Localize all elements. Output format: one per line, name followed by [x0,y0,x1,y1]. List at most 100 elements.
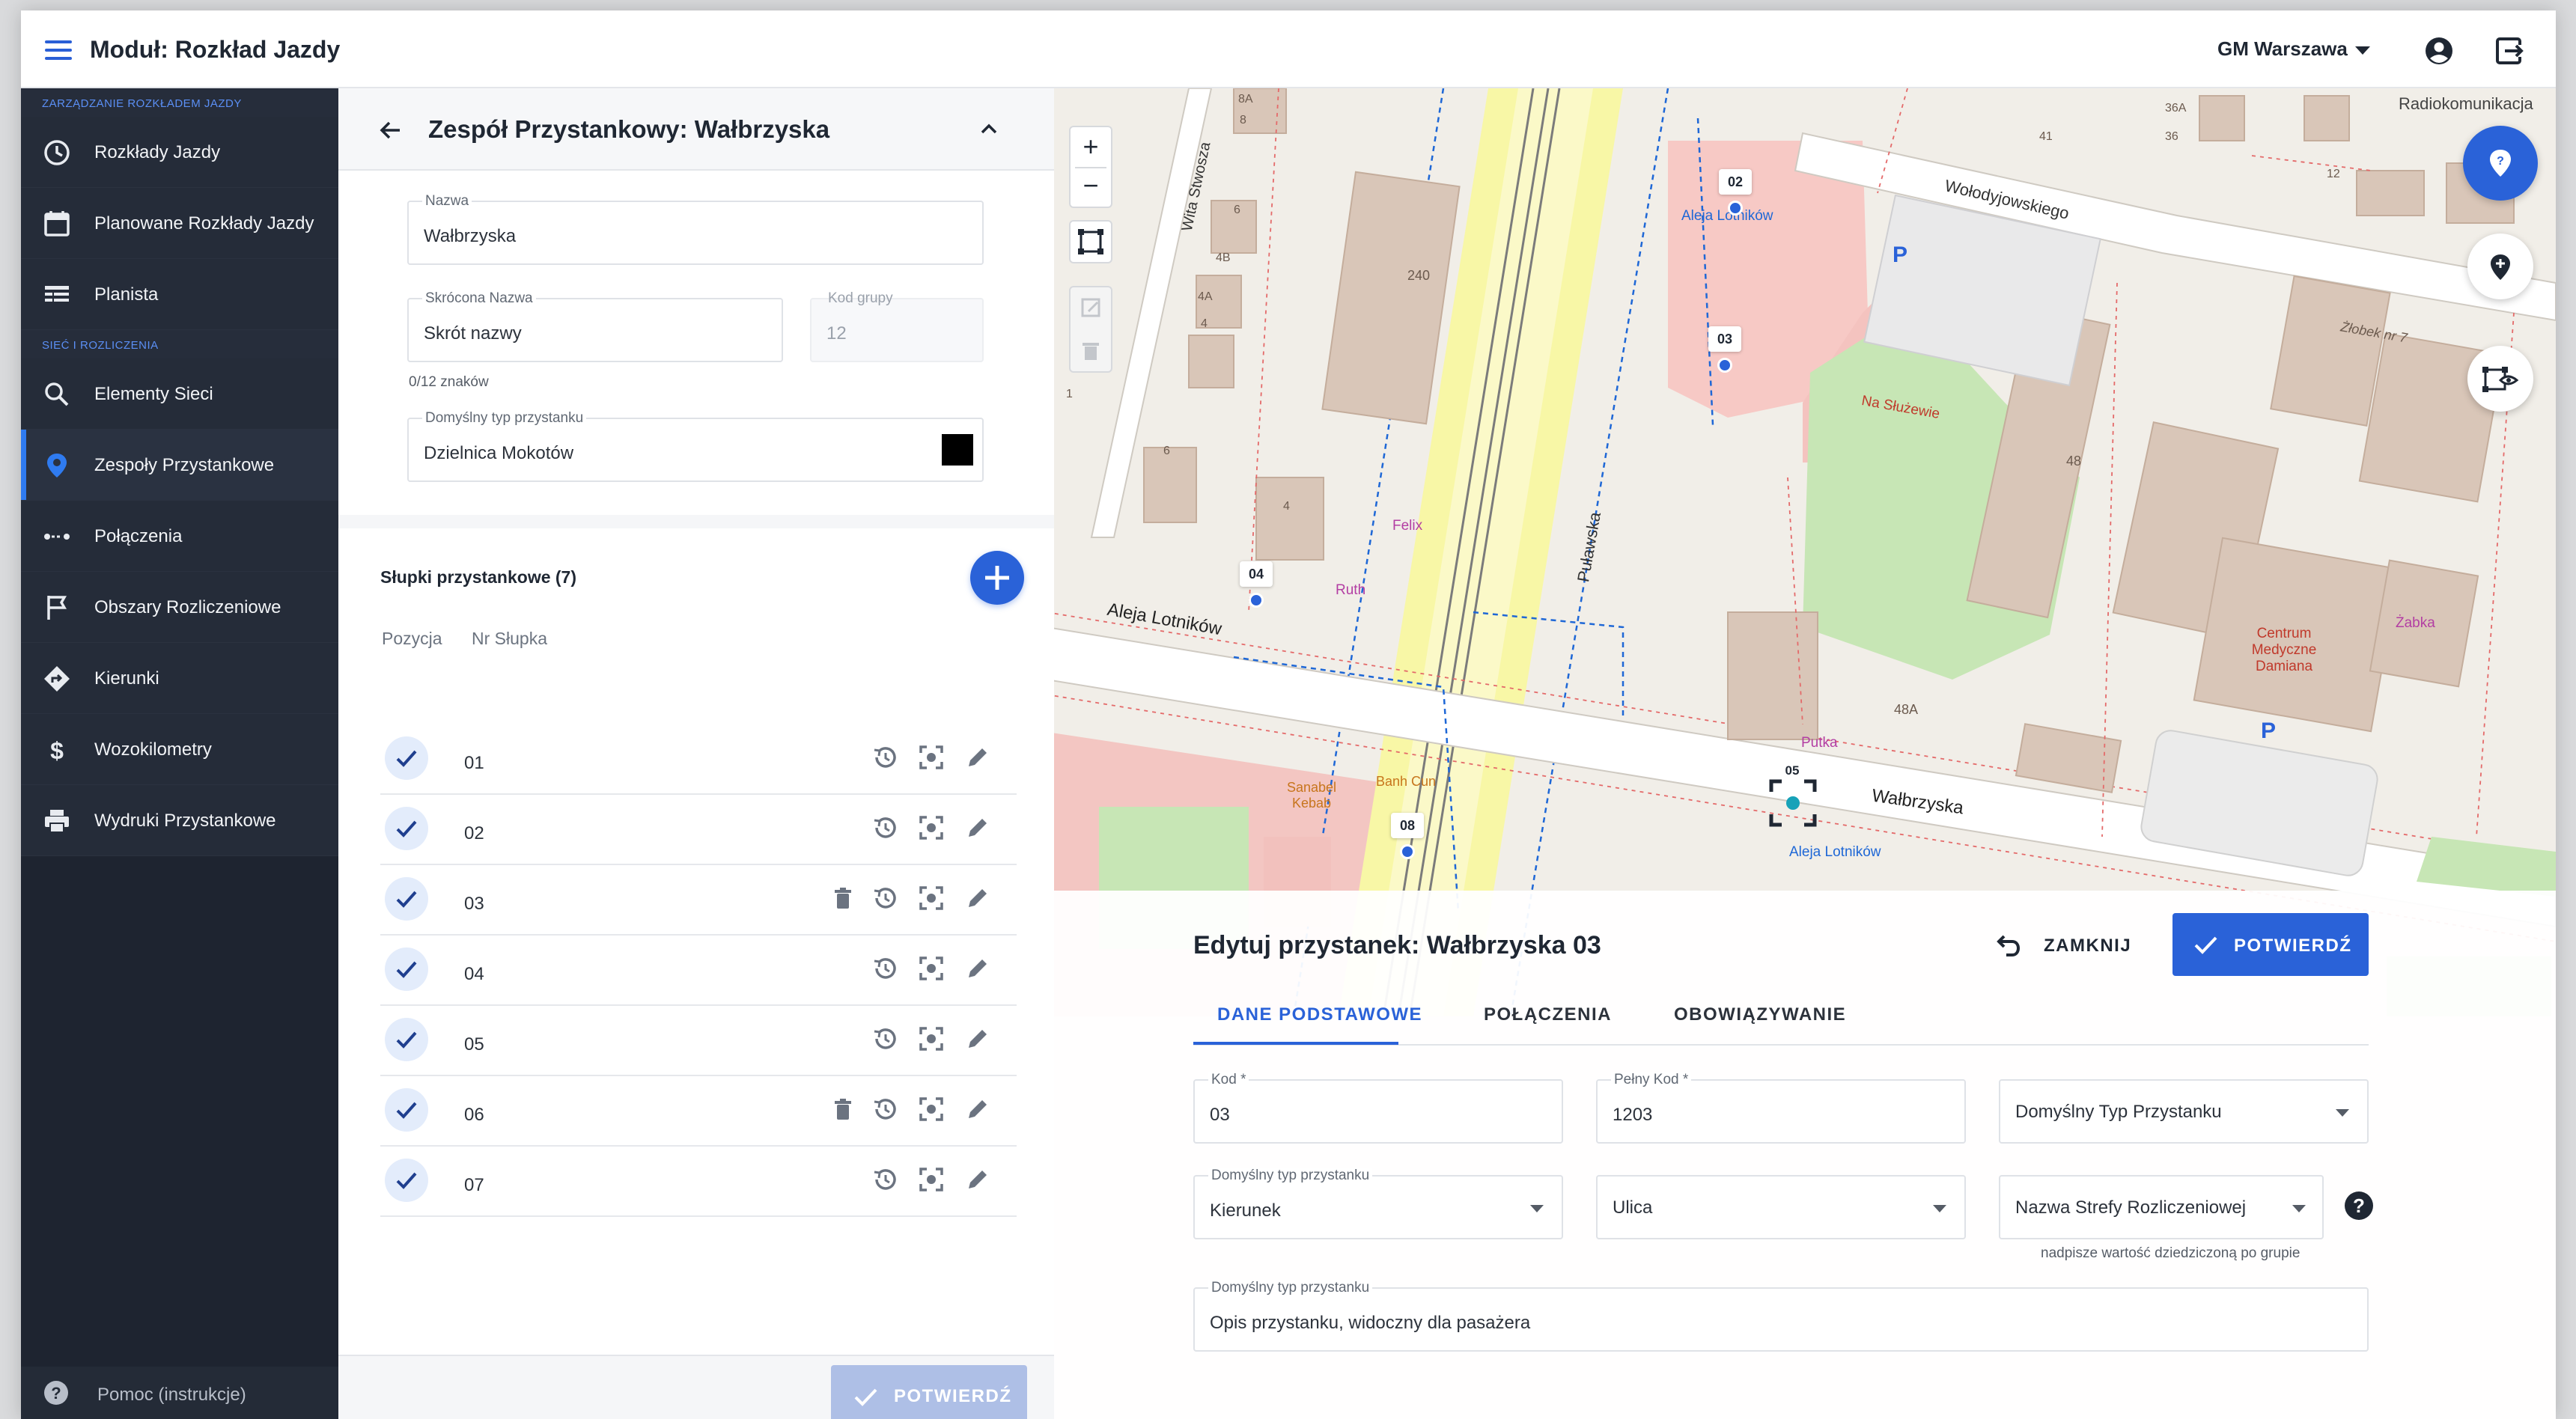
locate-on-map-icon[interactable] [916,953,946,983]
stop-row[interactable]: 04 [380,936,1017,1006]
sidebar-item-elementy-sieci[interactable]: Elementy Sieci [21,358,338,430]
edit-icon[interactable] [963,883,993,913]
map-label: Felix [1392,518,1423,534]
edit-icon[interactable] [963,1094,993,1124]
map-stop-marker[interactable]: 04 [1240,561,1273,614]
stop-dot-icon [1249,593,1264,608]
sidebar-item-label: Wozokilometry [94,739,212,760]
panel-confirm-button[interactable]: POTWIERDŹ [831,1365,1027,1419]
full-code-field[interactable]: Pełny Kod * 1203 [1596,1072,1966,1144]
color-swatch[interactable] [942,434,973,466]
history-icon[interactable] [870,883,900,913]
stop-dot-icon [1400,844,1415,859]
chevron-up-icon[interactable] [978,120,1000,138]
organization-select[interactable]: GM Warszawa [2217,37,2348,61]
sidebar-help[interactable]: ? Pomoc (instrukcje) [21,1367,338,1419]
tab-obowiazywanie[interactable]: OBOWIĄZYWANIE [1674,1004,1846,1025]
map-label: 48A [1894,702,1919,717]
stop-row[interactable]: 03 [380,865,1017,936]
zoom-in-button[interactable]: + [1071,127,1111,166]
checkbox-checked-icon[interactable] [385,1159,428,1202]
help-icon: ? [44,1381,68,1405]
delete-icon[interactable] [828,883,858,913]
short-name-field[interactable]: Skrócona Nazwa Skrót nazwy [407,290,783,362]
account-icon[interactable] [2421,33,2457,69]
history-icon[interactable] [870,742,900,772]
locate-on-map-icon[interactable] [916,1024,946,1054]
map-stop-marker[interactable]: 02 [1719,169,1752,222]
confirm-button[interactable]: POTWIERDŹ [2172,913,2369,976]
sidebar-item-planista[interactable]: Planista [21,259,338,330]
sidebar-item-obszary-rozliczeniowe[interactable]: Obszary Rozliczeniowe [21,572,338,643]
map-help-button[interactable]: ? [2463,126,2538,201]
parking-icon: P [2261,718,2277,743]
history-icon[interactable] [870,1024,900,1054]
locate-on-map-icon[interactable] [916,813,946,843]
stop-row[interactable]: 07 [380,1147,1017,1217]
printer-icon [45,810,69,833]
edit-icon[interactable] [963,1165,993,1194]
tab-dane-podstawowe[interactable]: DANE PODSTAWOWE [1217,1004,1422,1025]
sidebar-item-rozklady-jazdy[interactable]: Rozkłady Jazdy [21,117,338,188]
zone-select[interactable]: Nazwa Strefy Rozliczeniowej [1999,1175,2324,1239]
locate-on-map-icon[interactable] [916,1165,946,1194]
default-stop-type-select[interactable]: Domyślny Typ Przystanku [1999,1079,2369,1144]
map-stop-marker[interactable]: 03 [1708,326,1741,379]
stop-row[interactable]: 06 [380,1076,1017,1147]
locate-on-map-icon[interactable] [916,742,946,772]
delete-icon[interactable] [828,1094,858,1124]
history-icon[interactable] [870,813,900,843]
stop-row[interactable]: 02 [380,795,1017,865]
locate-on-map-icon[interactable] [916,1094,946,1124]
edit-icon[interactable] [963,813,993,843]
description-field[interactable]: Domyślny typ przystanku Opis przystanku,… [1193,1280,2369,1352]
edit-icon[interactable] [963,953,993,983]
sidebar-item-kierunki[interactable]: Kierunki [21,643,338,714]
zone-help-icon[interactable]: ? [2345,1191,2373,1220]
checkbox-checked-icon[interactable] [385,1088,428,1132]
chevron-down-icon[interactable] [2355,46,2370,55]
checkbox-checked-icon[interactable] [385,877,428,921]
history-icon[interactable] [870,1165,900,1194]
stops-title: Słupki przystankowe (7) [380,567,577,587]
direction-select[interactable]: Domyślny typ przystanku Kierunek [1193,1168,1563,1239]
name-field[interactable]: Nazwa Wałbrzyska [407,193,984,265]
edit-icon[interactable] [963,1024,993,1054]
locate-on-map-icon[interactable] [916,883,946,913]
map-stop-marker[interactable]: 08 [1391,813,1424,865]
zoom-out-button[interactable]: − [1071,168,1111,207]
street-select[interactable]: Ulica [1596,1175,1966,1239]
default-type-field[interactable]: Domyślny typ przystanku Dzielnica Mokotó… [407,410,984,482]
checkbox-checked-icon[interactable] [385,947,428,991]
sidebar-item-zespoly-przystankowe[interactable]: Zespoły Przystankowe [21,430,338,501]
logout-icon[interactable] [2491,33,2527,69]
full-code-value: 1203 [1613,1105,1653,1125]
delete-shape-icon[interactable] [1071,332,1111,372]
history-icon[interactable] [870,953,900,983]
sidebar-item-wydruki-przystankowe[interactable]: Wydruki Przystankowe [21,785,338,856]
char-counter: 0/12 znaków [409,374,489,390]
sidebar-item-planowane-rozklady[interactable]: Planowane Rozkłady Jazdy [21,188,338,259]
sidebar-item-wozokilometry[interactable]: $ Wozokilometry [21,714,338,785]
checkbox-checked-icon[interactable] [385,1018,428,1061]
stop-row[interactable]: 01 [380,724,1017,795]
selected-stop-marker[interactable] [1767,777,1819,829]
close-button[interactable]: ZAMKNIJ [1973,913,2153,976]
code-field[interactable]: Kod * 03 [1193,1072,1563,1144]
sidebar-item-polaczenia[interactable]: Połączenia [21,501,338,572]
tab-polaczenia[interactable]: POŁĄCZENIA [1484,1004,1612,1025]
checkbox-checked-icon[interactable] [385,736,428,780]
history-icon[interactable] [870,1094,900,1124]
select-area-button[interactable] [1069,220,1112,263]
stop-row[interactable]: 05 [380,1006,1017,1076]
checkbox-checked-icon[interactable] [385,807,428,850]
visibility-layer-button[interactable] [2467,346,2533,412]
help-label: Pomoc (instrukcje) [97,1385,246,1405]
edit-icon[interactable] [963,742,993,772]
menu-icon[interactable] [45,40,72,60]
back-arrow-icon[interactable] [377,117,404,144]
default-type-label: Domyślny typ przystanku [422,410,587,427]
add-location-button[interactable] [2467,234,2533,299]
add-stop-button[interactable] [970,551,1024,605]
edit-shape-icon[interactable] [1071,287,1111,328]
